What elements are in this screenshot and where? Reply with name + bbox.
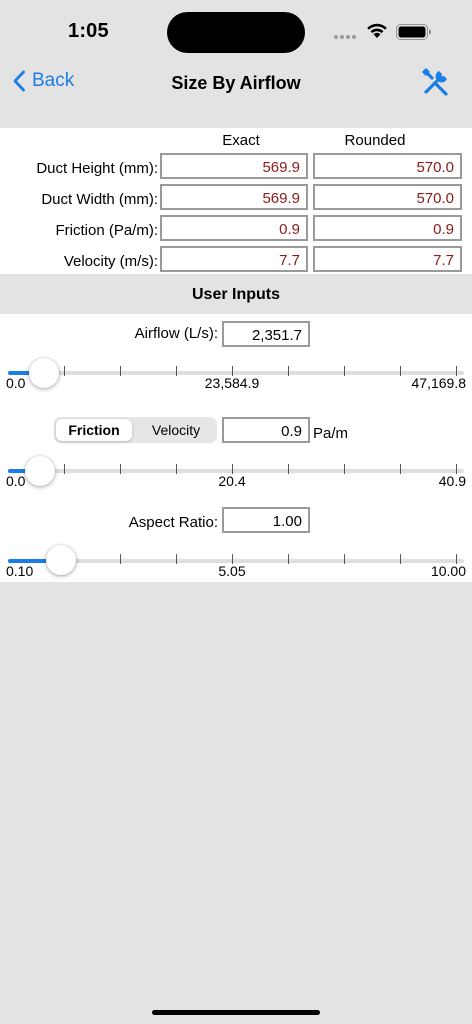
tick (344, 464, 345, 474)
aspect-ratio-input[interactable]: 1.00 (222, 507, 310, 533)
tick (344, 554, 345, 564)
segment-velocity[interactable]: Velocity (136, 419, 216, 441)
friction-min-label: 0.0 (6, 473, 26, 489)
aspect-ratio-label: Aspect Ratio: (128, 514, 218, 531)
friction-unit: Pa/m (313, 425, 349, 442)
status-time: 1:05 (68, 20, 109, 42)
page-title: Size By Airflow (171, 73, 301, 93)
friction-mid-label: 20.4 (218, 473, 246, 489)
aspect-ratio-min-label: 0.10 (6, 563, 34, 579)
velocity-label: Velocity (m/s): (63, 253, 158, 270)
segment-friction[interactable]: Friction (56, 419, 132, 441)
tick (64, 366, 65, 376)
tick (120, 366, 121, 376)
airflow-max-label: 47,169.8 (411, 375, 467, 391)
tick (288, 554, 289, 564)
duct-height-label: Duct Height (mm): (36, 160, 158, 177)
duct-height-rounded: 570.0 (313, 153, 462, 179)
aspect-ratio-mid-label: 5.05 (218, 563, 246, 579)
friction-exact: 0.9 (160, 215, 308, 241)
duct-width-rounded: 570.0 (313, 184, 462, 210)
airflow-mid-label: 23,584.9 (204, 375, 260, 391)
tools-icon[interactable] (420, 66, 452, 98)
cellular-signal-icon (334, 35, 356, 39)
tick (288, 366, 289, 376)
column-header-rounded: Rounded (344, 132, 406, 149)
dynamic-island (167, 12, 305, 53)
tick (176, 464, 177, 474)
friction-rounded: 0.9 (313, 215, 462, 241)
friction-input[interactable]: 0.9 (222, 417, 310, 443)
section-title: User Inputs (0, 274, 472, 314)
duct-width-exact: 569.9 (160, 184, 308, 210)
duct-height-exact: 569.9 (160, 153, 308, 179)
friction-slider-thumb[interactable] (25, 456, 56, 486)
velocity-rounded: 7.7 (313, 246, 462, 272)
wifi-icon (367, 23, 387, 38)
tick (288, 464, 289, 474)
tick (344, 366, 345, 376)
tick (120, 554, 121, 564)
airflow-input[interactable]: 2,351.7 (222, 321, 310, 347)
friction-max-label: 40.9 (438, 473, 466, 489)
tick (120, 464, 121, 474)
velocity-exact: 7.7 (160, 246, 308, 272)
airflow-label: Airflow (L/s): (134, 325, 218, 342)
tick (176, 554, 177, 564)
aspect-ratio-max-label: 10.00 (430, 563, 466, 579)
home-indicator (152, 1010, 320, 1015)
tick (176, 366, 177, 376)
duct-width-label: Duct Width (mm): (41, 191, 158, 208)
tick (64, 464, 65, 474)
column-header-exact: Exact (222, 132, 260, 149)
user-inputs-panel (0, 314, 472, 582)
airflow-min-label: 0.0 (6, 375, 26, 391)
battery-icon (396, 24, 431, 40)
results-panel: Exact Rounded Duct Height (mm): 569.9 57… (0, 128, 472, 274)
friction-label: Friction (Pa/m): (55, 222, 158, 239)
